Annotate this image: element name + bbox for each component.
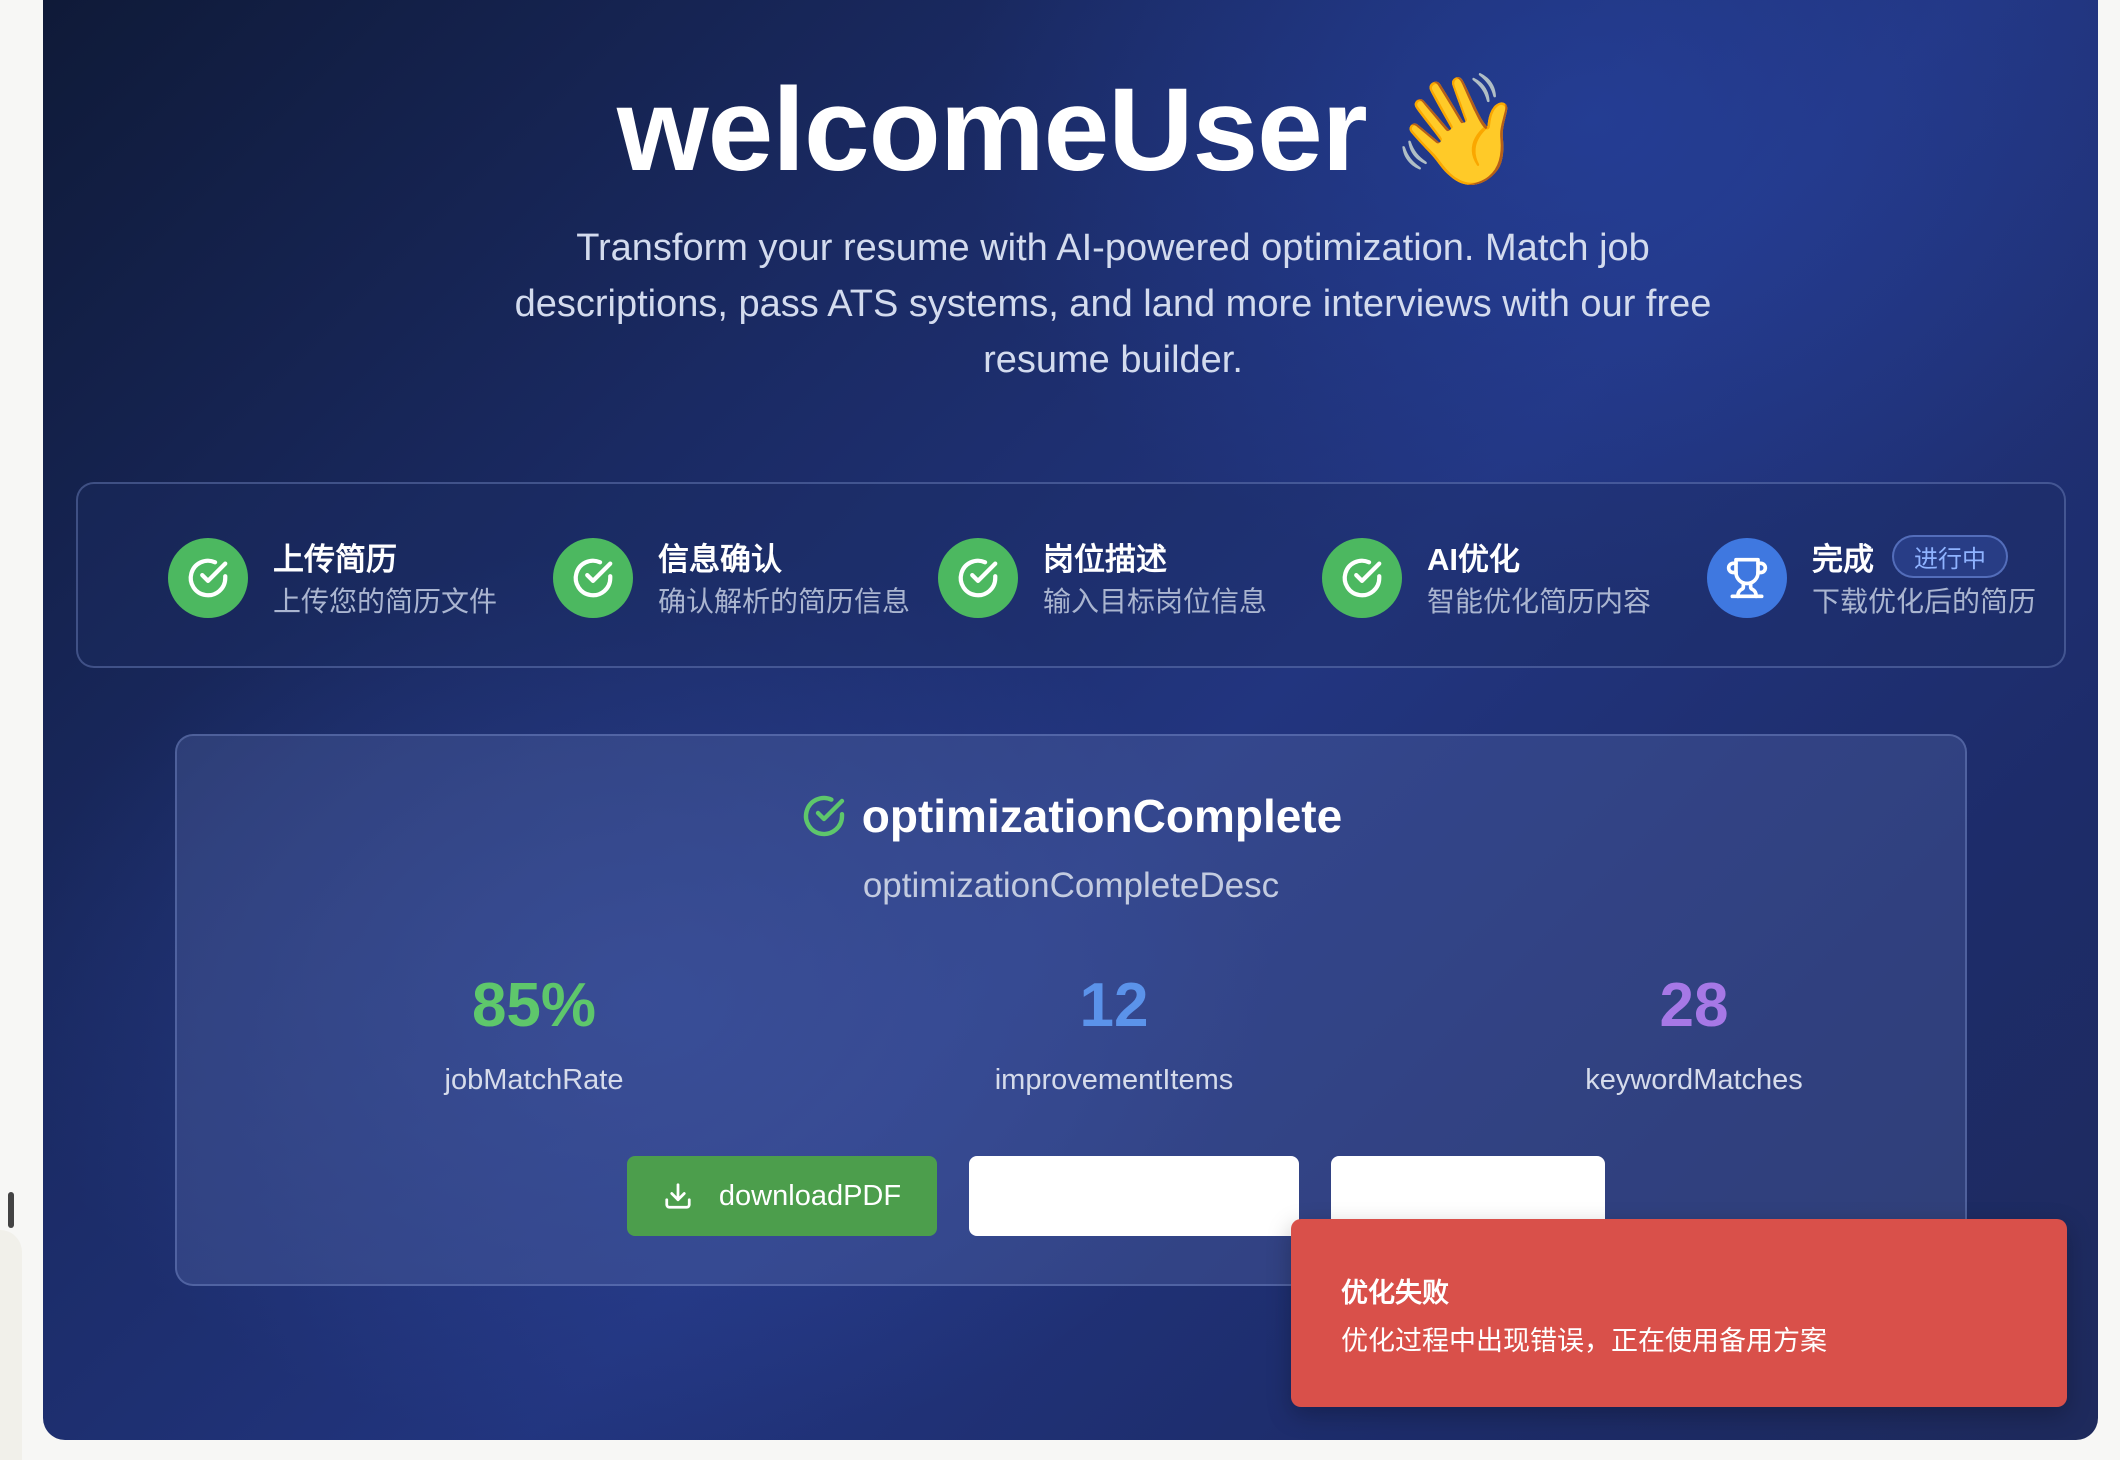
check-circle-icon bbox=[553, 538, 633, 618]
download-icon bbox=[665, 1183, 691, 1209]
waving-hand-icon: 👋 bbox=[1390, 69, 1525, 190]
stat-value: 12 bbox=[1079, 971, 1149, 1040]
check-circle-icon bbox=[168, 538, 248, 618]
stat-label: jobMatchRate bbox=[444, 1064, 624, 1096]
result-description: optimizationCompleteDesc bbox=[862, 866, 1280, 905]
step-description: 下载优化后的简历 bbox=[1812, 586, 2037, 617]
stat-job-match-rate: 85% jobMatchRate bbox=[334, 966, 734, 1097]
progress-steps: 上传简历 上传您的简历文件 信息确认 确认解析的简历信息 岗位描述 输入目标岗位… bbox=[76, 482, 2066, 668]
check-circle-icon bbox=[1322, 538, 1402, 618]
step-description: 上传您的简历文件 bbox=[273, 586, 498, 617]
result-title-text: optimizationComplete bbox=[861, 790, 1343, 842]
stat-label: keywordMatches bbox=[1585, 1064, 1803, 1096]
step-title: AI优化 bbox=[1427, 542, 1520, 577]
download-pdf-label: downloadPDF bbox=[718, 1179, 902, 1212]
status-badge: 进行中 bbox=[1892, 535, 2008, 578]
step-title: 信息确认 bbox=[658, 542, 782, 577]
toast-title: 优化失败 bbox=[1341, 1278, 1449, 1308]
page-subtitle: Transform your resume with AI-powered op… bbox=[514, 227, 1712, 381]
check-circle-icon bbox=[800, 792, 848, 854]
step-title: 完成 进行中 bbox=[1812, 534, 2008, 579]
side-panel-edge bbox=[0, 1230, 22, 1460]
step-title-text: 完成 bbox=[1812, 542, 1874, 577]
step-title: 上传简历 bbox=[273, 542, 397, 577]
result-card: optimizationComplete optimizationComplet… bbox=[175, 734, 1967, 1286]
stat-value: 28 bbox=[1659, 971, 1729, 1040]
stat-keyword-matches: 28 keywordMatches bbox=[1494, 966, 1894, 1097]
scrollbar-handle[interactable] bbox=[8, 1192, 14, 1228]
step-description: 智能优化简历内容 bbox=[1427, 586, 1652, 617]
step-description: 输入目标岗位信息 bbox=[1043, 586, 1268, 617]
step-description: 确认解析的简历信息 bbox=[658, 586, 911, 617]
toast-message: 优化过程中出现错误，正在使用备用方案 bbox=[1341, 1326, 1827, 1356]
trophy-icon bbox=[1707, 538, 1787, 618]
result-title: optimizationComplete bbox=[177, 786, 1965, 854]
stat-value: 85% bbox=[471, 971, 597, 1040]
error-toast[interactable]: 优化失败 优化过程中出现错误，正在使用备用方案 bbox=[1291, 1219, 2067, 1407]
stat-label: improvementItems bbox=[994, 1064, 1234, 1096]
stat-improvement-items: 12 improvementItems bbox=[914, 966, 1314, 1097]
page-title-text: welcomeUser bbox=[616, 64, 1368, 196]
secondary-action-button[interactable] bbox=[969, 1156, 1299, 1236]
page-title: welcomeUser 👋 bbox=[43, 60, 2098, 200]
check-circle-icon bbox=[938, 538, 1018, 618]
step-title: 岗位描述 bbox=[1043, 542, 1167, 577]
download-pdf-button[interactable]: downloadPDF bbox=[627, 1156, 937, 1236]
